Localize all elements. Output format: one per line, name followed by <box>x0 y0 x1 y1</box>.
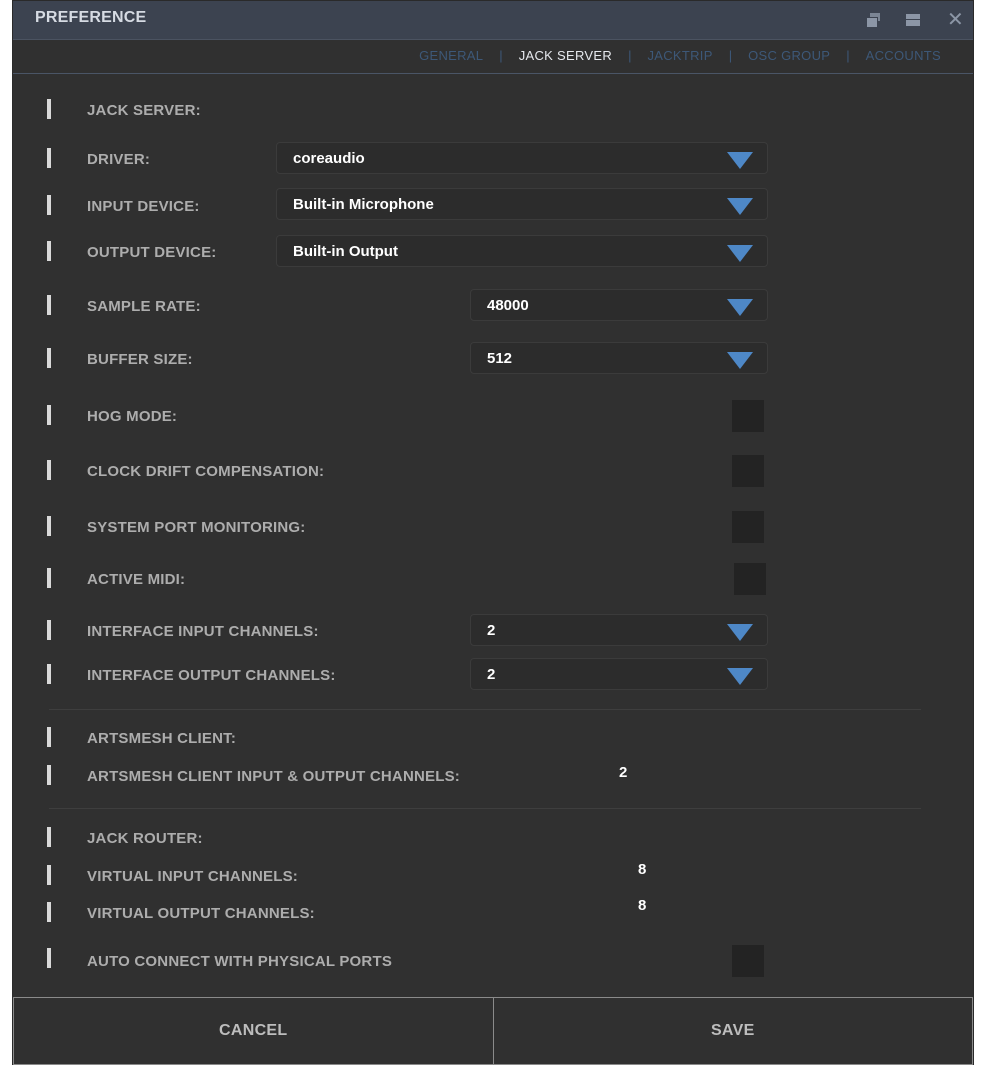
port-monitoring-checkbox[interactable] <box>732 511 764 543</box>
row-marker <box>47 241 51 261</box>
virtual-output-label: VIRTUAL OUTPUT CHANNELS: <box>87 905 315 922</box>
output-channels-value: 2 <box>487 666 496 683</box>
virtual-input-value: 8 <box>638 861 647 878</box>
input-channels-dropdown[interactable]: 2 <box>470 614 768 646</box>
tab-jack-server[interactable]: JACK SERVER <box>517 48 614 63</box>
active-midi-label: ACTIVE MIDI: <box>87 571 186 588</box>
auto-connect-checkbox[interactable] <box>732 945 764 977</box>
tab-separator: | <box>846 48 850 63</box>
artsmesh-io-channels-value: 2 <box>619 764 628 781</box>
row-marker <box>47 765 51 785</box>
cancel-button[interactable]: CANCEL <box>14 998 494 1064</box>
row-marker <box>47 620 51 640</box>
tab-osc-group[interactable]: OSC GROUP <box>746 48 832 63</box>
chevron-down-icon <box>727 245 753 262</box>
input-device-label: INPUT DEVICE: <box>87 198 200 215</box>
input-channels-label: INTERFACE INPUT CHANNELS: <box>87 623 319 640</box>
row-marker <box>47 148 51 168</box>
tab-separator: | <box>728 48 733 63</box>
auto-connect-label: AUTO CONNECT WITH PHYSICAL PORTS <box>87 953 393 970</box>
row-marker <box>47 664 51 684</box>
tab-jacktrip[interactable]: JACKTRIP <box>645 48 714 63</box>
output-channels-dropdown[interactable]: 2 <box>470 658 768 690</box>
artsmesh-client-heading: ARTSMESH CLIENT: <box>87 730 237 747</box>
sample-rate-dropdown[interactable]: 48000 <box>470 289 768 321</box>
row-marker <box>47 405 51 425</box>
chevron-down-icon <box>727 198 753 215</box>
row-marker <box>47 568 51 588</box>
section-divider <box>49 808 921 809</box>
section-divider <box>49 709 921 710</box>
restore-icon[interactable] <box>867 13 881 27</box>
clock-drift-label: CLOCK DRIFT COMPENSATION: <box>87 463 325 480</box>
row-marker <box>47 865 51 885</box>
port-monitoring-label: SYSTEM PORT MONITORING: <box>87 519 306 536</box>
output-device-label: OUTPUT DEVICE: <box>87 244 217 261</box>
tab-general[interactable]: GENERAL <box>417 48 485 63</box>
title-bar[interactable]: PREFERENCE ✕ <box>13 1 973 40</box>
row-marker <box>47 348 51 368</box>
clock-drift-checkbox[interactable] <box>732 455 764 487</box>
maximize-icon[interactable] <box>906 13 920 27</box>
chevron-down-icon <box>727 668 753 685</box>
output-device-dropdown[interactable]: Built-in Output <box>276 235 768 267</box>
row-marker <box>47 295 51 315</box>
chevron-down-icon <box>727 352 753 369</box>
virtual-output-value: 8 <box>638 897 647 914</box>
row-marker <box>47 827 51 847</box>
jack-router-heading: JACK ROUTER: <box>87 830 203 847</box>
tab-separator: | <box>499 48 503 63</box>
row-marker <box>47 460 51 480</box>
close-icon[interactable]: ✕ <box>947 10 964 30</box>
buffer-size-label: BUFFER SIZE: <box>87 351 193 368</box>
sample-rate-label: SAMPLE RATE: <box>87 298 201 315</box>
chevron-down-icon <box>727 152 753 169</box>
input-channels-value: 2 <box>487 622 496 639</box>
virtual-input-label: VIRTUAL INPUT CHANNELS: <box>87 868 298 885</box>
footer-buttons: CANCEL SAVE <box>13 997 973 1065</box>
tab-accounts[interactable]: ACCOUNTS <box>864 48 943 63</box>
output-device-value: Built-in Output <box>293 243 398 260</box>
buffer-size-dropdown[interactable]: 512 <box>470 342 768 374</box>
driver-dropdown[interactable]: coreaudio <box>276 142 768 174</box>
driver-value: coreaudio <box>293 150 365 167</box>
preferences-window: PREFERENCE ✕ GENERAL | JACK SERVER | JAC… <box>12 0 974 1065</box>
chevron-down-icon <box>727 624 753 641</box>
input-device-value: Built-in Microphone <box>293 196 434 213</box>
hog-mode-checkbox[interactable] <box>732 400 764 432</box>
hog-mode-label: HOG MODE: <box>87 408 178 425</box>
window-title: PREFERENCE <box>35 9 147 26</box>
row-marker <box>47 516 51 536</box>
save-button[interactable]: SAVE <box>494 998 973 1064</box>
row-marker <box>47 727 51 747</box>
row-marker <box>47 195 51 215</box>
active-midi-checkbox[interactable] <box>734 563 766 595</box>
output-channels-label: INTERFACE OUTPUT CHANNELS: <box>87 667 336 684</box>
row-marker <box>47 99 51 119</box>
buffer-size-value: 512 <box>487 350 513 367</box>
jack-server-heading: JACK SERVER: <box>87 102 201 119</box>
sample-rate-value: 48000 <box>487 297 529 314</box>
row-marker <box>47 902 51 922</box>
driver-label: DRIVER: <box>87 151 151 168</box>
artsmesh-io-channels-label: ARTSMESH CLIENT INPUT & OUTPUT CHANNELS: <box>87 768 460 785</box>
tab-bar: GENERAL | JACK SERVER | JACKTRIP | OSC G… <box>417 48 943 63</box>
tab-separator: | <box>628 48 632 63</box>
chevron-down-icon <box>727 299 753 316</box>
row-marker <box>47 948 51 968</box>
tab-underline <box>13 73 973 74</box>
input-device-dropdown[interactable]: Built-in Microphone <box>276 188 768 220</box>
